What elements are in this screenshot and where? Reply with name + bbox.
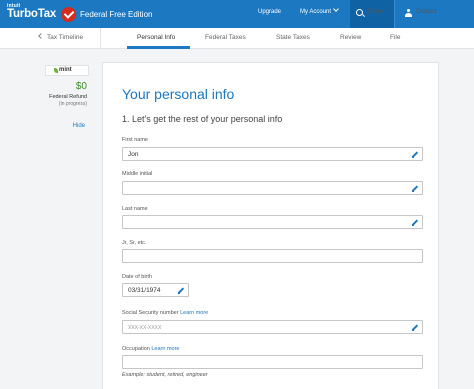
dob-value: 03/31/1974 <box>128 287 161 294</box>
tab-state-taxes[interactable]: State Taxes <box>276 34 310 41</box>
upgrade-link[interactable]: Upgrade <box>258 9 281 15</box>
occupation-label-text: Occupation <box>122 346 150 352</box>
page-title: Your personal info <box>122 86 235 102</box>
ssn-label-text: Social Security number <box>122 310 179 316</box>
top-bar: intuit TurboTax Federal Free Edition Upg… <box>0 0 474 28</box>
search-button[interactable]: Search <box>350 0 394 28</box>
turbotax-wordmark: TurboTax <box>7 8 57 20</box>
first-name-label: First name <box>122 137 148 143</box>
turbotax-logo[interactable]: intuit TurboTax Federal Free Edition <box>5 2 152 26</box>
tab-personal-info[interactable]: Personal Info <box>137 34 175 41</box>
last-name-label: Last name <box>122 206 148 212</box>
my-account-menu[interactable]: My Account <box>300 6 339 15</box>
hide-link[interactable]: Hide <box>73 123 85 129</box>
occupation-example: Example: student, retired, engineer <box>122 372 208 378</box>
dob-field[interactable]: 03/31/1974 <box>122 283 189 297</box>
mint-leaf-icon <box>54 68 58 73</box>
first-name-value: Jon <box>128 151 139 158</box>
ssn-learn-more-link[interactable]: Learn more <box>180 310 208 316</box>
tax-timeline-link[interactable]: Tax Timeline <box>38 33 84 41</box>
ssn-field[interactable]: XXX-XX-XXXX <box>122 320 423 334</box>
import-icon[interactable] <box>412 152 418 158</box>
search-icon <box>356 9 363 16</box>
person-icon <box>405 9 412 17</box>
occupation-field[interactable] <box>122 355 423 369</box>
edition-label: Federal Free Edition <box>80 10 153 19</box>
last-name-field[interactable] <box>122 215 423 229</box>
checkmark-icon <box>61 7 76 22</box>
progress-tabs: Tax Timeline Personal Info Federal Taxes… <box>0 28 474 49</box>
suffix-label: Jr, Sr, etc. <box>122 240 147 246</box>
import-icon[interactable] <box>178 288 184 294</box>
refund-status: (in progress) <box>58 101 87 107</box>
tax-timeline-label: Tax Timeline <box>47 34 84 41</box>
import-icon[interactable] <box>412 186 418 192</box>
suffix-field[interactable] <box>122 249 423 263</box>
import-icon[interactable] <box>412 220 418 226</box>
active-tab-indicator <box>127 46 190 49</box>
tab-review[interactable]: Review <box>340 34 361 41</box>
first-name-field[interactable]: Jon <box>122 147 423 161</box>
mint-badge[interactable]: mint <box>45 65 89 76</box>
contact-label: Contact <box>416 9 437 15</box>
tab-federal-taxes[interactable]: Federal Taxes <box>205 34 246 41</box>
occupation-label: Occupation Learn more <box>122 346 180 352</box>
chevron-left-icon <box>38 33 44 39</box>
tab-file[interactable]: File <box>390 34 400 41</box>
refund-amount: $0 <box>75 81 87 92</box>
my-account-label: My Account <box>300 9 332 15</box>
mint-label: mint <box>59 67 72 73</box>
chevron-down-icon <box>333 6 339 12</box>
middle-initial-field[interactable] <box>122 181 423 195</box>
personal-info-card: Your personal info 1. Let's get the rest… <box>102 62 439 389</box>
refund-sidebar: mint $0 Federal Refund (in progress) Hid… <box>0 49 100 389</box>
ssn-label: Social Security number Learn more <box>122 310 208 316</box>
dob-label: Date of birth <box>122 274 152 280</box>
section-heading: 1. Let's get the rest of your personal i… <box>122 114 283 124</box>
tab-divider <box>100 28 101 48</box>
refund-label: Federal Refund <box>49 94 87 100</box>
ssn-placeholder: XXX-XX-XXXX <box>128 325 162 331</box>
contact-button[interactable]: Contact <box>394 0 474 28</box>
search-label: Search <box>367 9 387 15</box>
import-icon[interactable] <box>412 325 418 331</box>
occupation-learn-more-link[interactable]: Learn more <box>151 346 179 352</box>
middle-initial-label: Middle initial <box>122 171 153 177</box>
